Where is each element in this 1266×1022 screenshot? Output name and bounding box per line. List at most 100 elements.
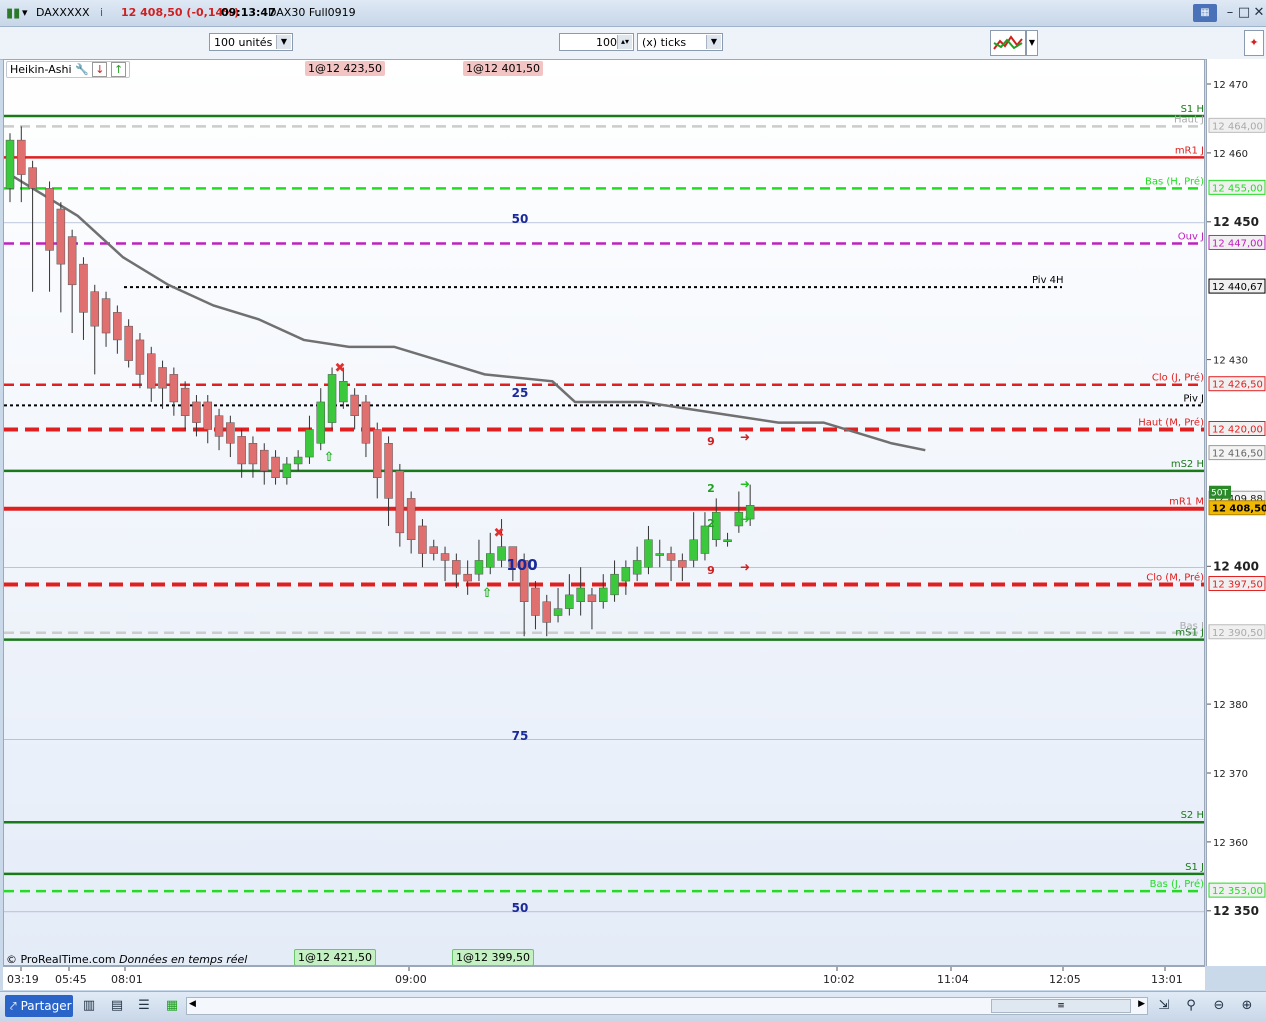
- x-tick-label: 10:02: [823, 973, 855, 986]
- candle-body: [486, 553, 495, 568]
- x-tick-label: 08:01: [111, 973, 143, 986]
- time-axis-labels: 03:19 05:45 08:01 09:00 10:02 11:04 12:05 13:01: [7, 967, 1183, 986]
- moving-average-line: [9, 173, 926, 452]
- remove-indicator-icon[interactable]: ↓: [92, 62, 108, 77]
- scroll-left-icon[interactable]: ◀: [189, 999, 196, 1009]
- candle-body: [90, 291, 99, 327]
- level-label: Haut (M, Pré): [1138, 417, 1204, 429]
- symbol-label[interactable]: DAXXXXX: [36, 6, 89, 19]
- candle-body: [5, 139, 15, 189]
- chevron-down-icon[interactable]: ▼: [1026, 30, 1038, 56]
- price-label: 12 464,00: [1212, 121, 1263, 132]
- candle-body: [610, 573, 619, 596]
- price-plot: S1 HHaut JmR1 JBas (H, Pré)Ouv JPiv 4HCl…: [4, 104, 1204, 915]
- candle-body: [180, 387, 190, 416]
- status-bar: ⤤ Partager ▥ ▤ ☰ ▦ ◀ ≡ ▶ ⇲ ⚲ ⊖ ⊕: [0, 991, 1266, 1022]
- candle-body: [418, 525, 427, 554]
- zoom-select-icon[interactable]: ⚲: [1182, 997, 1200, 1015]
- order-tag[interactable]: 1@12 399,50: [452, 949, 534, 965]
- close-icon[interactable]: ✕: [1250, 4, 1266, 22]
- sidebar-icon[interactable]: ▤: [108, 997, 126, 1015]
- indicator-label[interactable]: Heikin-Ashi 🔧 ↓ ↑: [6, 61, 131, 78]
- price-label: 12 420,00: [1212, 425, 1263, 436]
- candle-body: [305, 429, 314, 458]
- indicator-chart-button[interactable]: [990, 30, 1026, 56]
- keyboard-icon[interactable]: ▦: [1193, 4, 1217, 22]
- zoom-out-icon[interactable]: ⊖: [1210, 997, 1228, 1015]
- tick-counter: 50T: [1211, 489, 1228, 499]
- y-tick-label: 12 370: [1213, 769, 1248, 780]
- candle-body: [147, 353, 156, 389]
- units-select[interactable]: 100 unités ▼: [209, 33, 293, 51]
- orders-icon[interactable]: ▦: [163, 997, 181, 1015]
- realtime-note: Données en temps réel: [119, 953, 248, 966]
- add-indicator-icon[interactable]: ↑: [110, 62, 127, 77]
- order-tag[interactable]: 1@12 423,50: [305, 61, 385, 76]
- arrow-marker: ➜: [740, 477, 750, 491]
- candle-body: [429, 546, 438, 554]
- level-label: Bas (J, Pré): [1150, 878, 1204, 890]
- scroll-thumb[interactable]: ≡: [991, 999, 1131, 1013]
- candle-body: [666, 553, 676, 561]
- arrow-marker: ➜: [740, 512, 750, 526]
- level-label: Ouv J: [1178, 231, 1204, 242]
- ticks-stepper-value: 100: [596, 36, 617, 49]
- chevron-down-icon[interactable]: ▼: [706, 35, 721, 49]
- time-axis[interactable]: 03:19 05:45 08:01 09:00 10:02 11:04 12:05 13:01: [3, 966, 1205, 990]
- x-tick-label: 05:45: [55, 973, 87, 986]
- chart-area[interactable]: S1 H Haut JmR1 J Bas (H, Pré) Ouv J Piv 4H Cl…: [3, 59, 1205, 966]
- settings-icon[interactable]: ✦: [1244, 30, 1264, 56]
- share-button[interactable]: ⤤ Partager: [5, 995, 73, 1017]
- stepper-arrows-icon[interactable]: ▴▾: [617, 35, 632, 49]
- candle-body: [169, 374, 179, 403]
- list-icon[interactable]: ☰: [135, 997, 153, 1015]
- wrench-icon[interactable]: 🔧: [75, 63, 89, 76]
- share-button-label: Partager: [20, 999, 72, 1013]
- candle-body: [361, 401, 371, 444]
- price-label: 12 397,50: [1212, 580, 1263, 591]
- symbol-menu-icon[interactable]: ▾: [22, 6, 28, 19]
- candle-body: [67, 236, 77, 286]
- y-tick-label: 12 470: [1213, 80, 1248, 91]
- level-label: Piv J: [1183, 393, 1204, 404]
- candle-body: [632, 560, 642, 575]
- info-icon[interactable]: i: [100, 6, 103, 19]
- signal-marker: 9: [707, 435, 715, 448]
- candle-body: [463, 573, 472, 582]
- zoom-in-icon[interactable]: ⊕: [1238, 997, 1256, 1015]
- time-scrollbar[interactable]: ◀ ≡ ▶: [186, 997, 1148, 1015]
- candle-body: [384, 443, 393, 499]
- y-tick-label: 12 350: [1213, 904, 1259, 918]
- chevron-down-icon[interactable]: ▼: [276, 35, 291, 49]
- level-label: Clo (J, Pré): [1152, 372, 1204, 384]
- cursor-icon[interactable]: ⇲: [1155, 997, 1173, 1015]
- candle-body: [452, 560, 461, 575]
- candle-body: [28, 167, 37, 189]
- candle-body: [17, 139, 26, 175]
- ticks-select-value: (x) ticks: [642, 36, 687, 49]
- exit-marker: ✖: [335, 361, 346, 376]
- candle-body: [237, 436, 246, 465]
- layout-icon[interactable]: ▥: [80, 997, 98, 1015]
- level-label: mS1 J: [1175, 628, 1204, 639]
- order-tag[interactable]: 1@12 421,50: [294, 949, 376, 965]
- entry-marker: ⇧: [324, 450, 335, 465]
- x-tick-label: 09:00: [395, 973, 427, 986]
- candle-body: [248, 443, 258, 465]
- candle-body: [192, 401, 201, 423]
- candle-body: [79, 263, 88, 313]
- candle-body: [678, 560, 687, 568]
- signal-marker: 2: [707, 517, 715, 530]
- candle-body: [260, 449, 269, 472]
- scroll-right-icon[interactable]: ▶: [1138, 999, 1145, 1009]
- y-tick-label: 12 450: [1213, 215, 1259, 229]
- overlay-number: 50: [512, 901, 529, 915]
- price-axis[interactable]: 12 464,00 12 455,00 12 447,00 12 440,67 12 4…: [1206, 59, 1266, 966]
- ticks-stepper[interactable]: 100 ▴▾: [559, 33, 634, 51]
- candle-body: [45, 188, 54, 251]
- order-tag[interactable]: 1@12 401,50: [463, 61, 543, 76]
- level-label: mS2 H: [1171, 459, 1204, 470]
- candle-body: [723, 539, 732, 542]
- candle-body: [316, 401, 325, 444]
- ticks-select[interactable]: (x) ticks ▼: [637, 33, 723, 51]
